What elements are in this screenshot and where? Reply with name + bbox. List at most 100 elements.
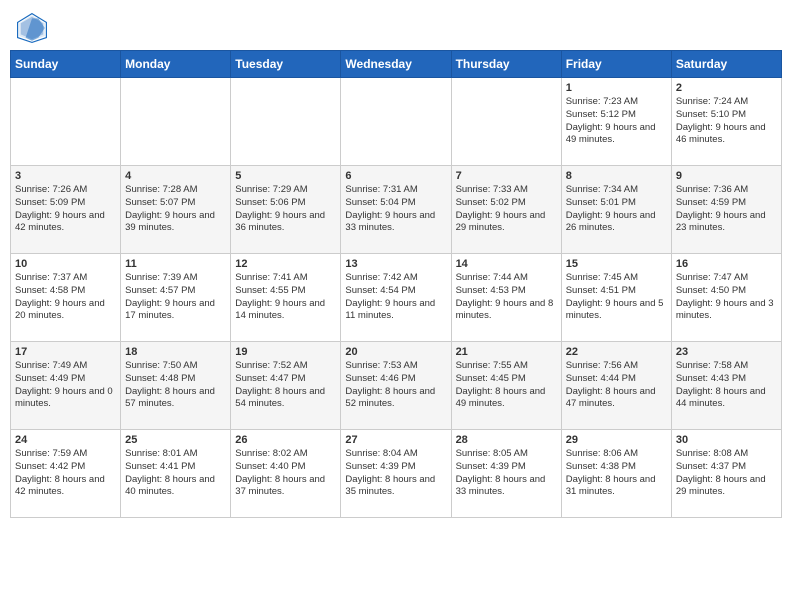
day-info: Sunrise: 7:28 AM Sunset: 5:07 PM Dayligh… (125, 184, 226, 235)
day-number: 15 (566, 258, 667, 270)
day-number: 12 (235, 258, 336, 270)
day-info: Sunrise: 7:24 AM Sunset: 5:10 PM Dayligh… (676, 96, 777, 147)
day-info: Sunrise: 8:08 AM Sunset: 4:37 PM Dayligh… (676, 448, 777, 499)
day-cell: 13 Sunrise: 7:42 AM Sunset: 4:54 PM Dayli… (341, 254, 451, 342)
day-info: Sunrise: 8:01 AM Sunset: 4:41 PM Dayligh… (125, 448, 226, 499)
day-info: Sunrise: 7:45 AM Sunset: 4:51 PM Dayligh… (566, 272, 667, 323)
day-cell: 26Sunrise: 8:02 AM Sunset: 4:40 PM Dayli… (231, 430, 341, 518)
day-cell (451, 78, 561, 166)
day-info: Sunrise: 7:29 AM Sunset: 5:06 PM Dayligh… (235, 184, 336, 235)
day-info: Sunrise: 7:55 AM Sunset: 4:45 PM Dayligh… (456, 360, 557, 411)
day-cell: 6 Sunrise: 7:31 AM Sunset: 5:04 PM Daylig… (341, 166, 451, 254)
day-cell: 21 Sunrise: 7:55 AM Sunset: 4:45 PM Dayli… (451, 342, 561, 430)
day-info: Sunrise: 7:41 AM Sunset: 4:55 PM Dayligh… (235, 272, 336, 323)
calendar-table: SundayMondayTuesdayWednesdayThursdayFrid… (10, 50, 782, 518)
day-number: 11 (125, 258, 226, 270)
day-number: 6 (345, 170, 446, 182)
day-cell: 25 Sunrise: 8:01 AM Sunset: 4:41 PM Dayli… (121, 430, 231, 518)
day-cell: 18 Sunrise: 7:50 AM Sunset: 4:48 PM Dayli… (121, 342, 231, 430)
week-row-2: 10 Sunrise: 7:37 AM Sunset: 4:58 PM Dayli… (11, 254, 782, 342)
day-number: 19 (235, 346, 336, 358)
day-number: 23 (676, 346, 777, 358)
day-cell: 15 Sunrise: 7:45 AM Sunset: 4:51 PM Dayli… (561, 254, 671, 342)
day-cell (231, 78, 341, 166)
header-row: SundayMondayTuesdayWednesdayThursdayFrid… (11, 51, 782, 78)
day-number: 27 (345, 434, 446, 446)
day-cell: 28 Sunrise: 8:05 AM Sunset: 4:39 PM Dayli… (451, 430, 561, 518)
day-number: 7 (456, 170, 557, 182)
day-cell: 22Sunrise: 7:56 AM Sunset: 4:44 PM Dayli… (561, 342, 671, 430)
day-number: 9 (676, 170, 777, 182)
day-cell: 7Sunrise: 7:33 AM Sunset: 5:02 PM Daylig… (451, 166, 561, 254)
day-info: Sunrise: 7:23 AM Sunset: 5:12 PM Dayligh… (566, 96, 667, 147)
day-cell: 4Sunrise: 7:28 AM Sunset: 5:07 PM Daylig… (121, 166, 231, 254)
day-cell: 23 Sunrise: 7:58 AM Sunset: 4:43 PM Dayli… (671, 342, 781, 430)
day-info: Sunrise: 7:36 AM Sunset: 4:59 PM Dayligh… (676, 184, 777, 235)
day-number: 17 (15, 346, 116, 358)
day-cell: 2 Sunrise: 7:24 AM Sunset: 5:10 PM Daylig… (671, 78, 781, 166)
day-info: Sunrise: 7:44 AM Sunset: 4:53 PM Dayligh… (456, 272, 557, 323)
page: SundayMondayTuesdayWednesdayThursdayFrid… (0, 0, 792, 612)
day-cell: 11 Sunrise: 7:39 AM Sunset: 4:57 PM Dayli… (121, 254, 231, 342)
day-cell: 8 Sunrise: 7:34 AM Sunset: 5:01 PM Daylig… (561, 166, 671, 254)
day-number: 20 (345, 346, 446, 358)
day-number: 28 (456, 434, 557, 446)
day-info: Sunrise: 7:34 AM Sunset: 5:01 PM Dayligh… (566, 184, 667, 235)
day-cell: 17Sunrise: 7:49 AM Sunset: 4:49 PM Dayli… (11, 342, 121, 430)
day-cell: 16 Sunrise: 7:47 AM Sunset: 4:50 PM Dayli… (671, 254, 781, 342)
header-cell-friday: Friday (561, 51, 671, 78)
day-number: 2 (676, 82, 777, 94)
logo (16, 12, 52, 44)
day-number: 30 (676, 434, 777, 446)
day-info: Sunrise: 7:31 AM Sunset: 5:04 PM Dayligh… (345, 184, 446, 235)
day-cell: 19 Sunrise: 7:52 AM Sunset: 4:47 PM Dayli… (231, 342, 341, 430)
day-info: Sunrise: 8:05 AM Sunset: 4:39 PM Dayligh… (456, 448, 557, 499)
day-number: 1 (566, 82, 667, 94)
day-cell: 24Sunrise: 7:59 AM Sunset: 4:42 PM Dayli… (11, 430, 121, 518)
week-row-1: 3 Sunrise: 7:26 AM Sunset: 5:09 PM Daylig… (11, 166, 782, 254)
day-number: 16 (676, 258, 777, 270)
day-info: Sunrise: 7:26 AM Sunset: 5:09 PM Dayligh… (15, 184, 116, 235)
day-number: 21 (456, 346, 557, 358)
header-cell-sunday: Sunday (11, 51, 121, 78)
day-number: 25 (125, 434, 226, 446)
day-info: Sunrise: 7:58 AM Sunset: 4:43 PM Dayligh… (676, 360, 777, 411)
day-number: 13 (345, 258, 446, 270)
day-cell (11, 78, 121, 166)
day-number: 29 (566, 434, 667, 446)
week-row-3: 17Sunrise: 7:49 AM Sunset: 4:49 PM Dayli… (11, 342, 782, 430)
day-cell: 12 Sunrise: 7:41 AM Sunset: 4:55 PM Dayli… (231, 254, 341, 342)
day-cell: 3 Sunrise: 7:26 AM Sunset: 5:09 PM Daylig… (11, 166, 121, 254)
header-cell-monday: Monday (121, 51, 231, 78)
day-info: Sunrise: 8:04 AM Sunset: 4:39 PM Dayligh… (345, 448, 446, 499)
calendar: SundayMondayTuesdayWednesdayThursdayFrid… (0, 50, 792, 612)
day-number: 18 (125, 346, 226, 358)
day-info: Sunrise: 7:56 AM Sunset: 4:44 PM Dayligh… (566, 360, 667, 411)
day-number: 14 (456, 258, 557, 270)
logo-icon (16, 12, 48, 44)
day-info: Sunrise: 7:53 AM Sunset: 4:46 PM Dayligh… (345, 360, 446, 411)
day-cell: 27 Sunrise: 8:04 AM Sunset: 4:39 PM Dayli… (341, 430, 451, 518)
day-info: Sunrise: 7:37 AM Sunset: 4:58 PM Dayligh… (15, 272, 116, 323)
day-cell: 20 Sunrise: 7:53 AM Sunset: 4:46 PM Dayli… (341, 342, 451, 430)
day-info: Sunrise: 7:42 AM Sunset: 4:54 PM Dayligh… (345, 272, 446, 323)
header-cell-saturday: Saturday (671, 51, 781, 78)
day-number: 10 (15, 258, 116, 270)
day-number: 3 (15, 170, 116, 182)
day-cell: 1 Sunrise: 7:23 AM Sunset: 5:12 PM Daylig… (561, 78, 671, 166)
day-cell: 5 Sunrise: 7:29 AM Sunset: 5:06 PM Daylig… (231, 166, 341, 254)
day-info: Sunrise: 7:47 AM Sunset: 4:50 PM Dayligh… (676, 272, 777, 323)
day-info: Sunrise: 8:06 AM Sunset: 4:38 PM Dayligh… (566, 448, 667, 499)
day-info: Sunrise: 7:52 AM Sunset: 4:47 PM Dayligh… (235, 360, 336, 411)
day-info: Sunrise: 7:50 AM Sunset: 4:48 PM Dayligh… (125, 360, 226, 411)
day-info: Sunrise: 7:39 AM Sunset: 4:57 PM Dayligh… (125, 272, 226, 323)
day-info: Sunrise: 8:02 AM Sunset: 4:40 PM Dayligh… (235, 448, 336, 499)
day-cell (121, 78, 231, 166)
day-number: 5 (235, 170, 336, 182)
day-cell (341, 78, 451, 166)
header-cell-thursday: Thursday (451, 51, 561, 78)
day-cell: 30 Sunrise: 8:08 AM Sunset: 4:37 PM Dayli… (671, 430, 781, 518)
header-cell-wednesday: Wednesday (341, 51, 451, 78)
day-cell: 14 Sunrise: 7:44 AM Sunset: 4:53 PM Dayli… (451, 254, 561, 342)
day-number: 8 (566, 170, 667, 182)
